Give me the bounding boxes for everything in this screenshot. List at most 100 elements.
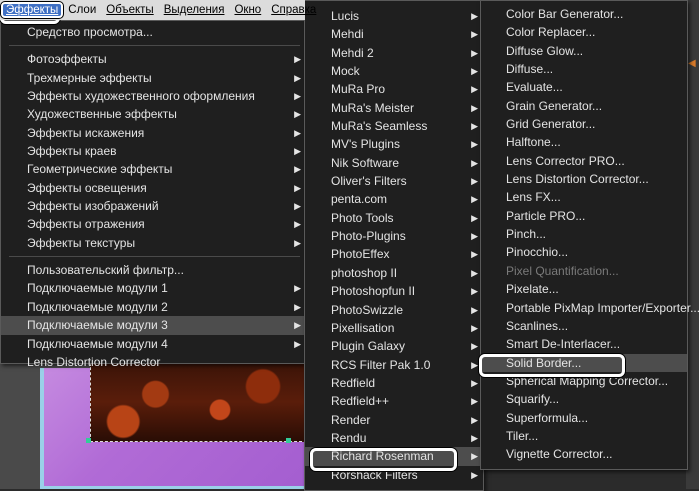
menu-item-color-replacer[interactable]: Color Replacer... bbox=[481, 23, 687, 41]
menu-item-эффекты-художественного-оформления[interactable]: Эффекты художественного оформления ▶ bbox=[1, 87, 306, 105]
menu-item-diffuse-glow[interactable]: Diffuse Glow... bbox=[481, 42, 687, 60]
submenu-arrow-icon: ▶ bbox=[471, 396, 478, 407]
menu-item-lens-distortion-corrector[interactable]: Lens Distortion Corrector bbox=[1, 353, 306, 371]
menu-item-pinocchio[interactable]: Pinocchio... bbox=[481, 243, 687, 261]
menu-item-redfield[interactable]: Redfield++ ▶ bbox=[305, 392, 483, 410]
menu-item-tiler[interactable]: Tiler... bbox=[481, 427, 687, 445]
menu-item-particle-pro[interactable]: Particle PRO... bbox=[481, 207, 687, 225]
menu-item-эффекты-краев[interactable]: Эффекты краев ▶ bbox=[1, 142, 306, 160]
menu-item-evaluate[interactable]: Evaluate... bbox=[481, 78, 687, 96]
menu-item-подключаемые-модули-1[interactable]: Подключаемые модули 1 ▶ bbox=[1, 279, 306, 297]
menu-item-photoshop-ii[interactable]: photoshop II ▶ bbox=[305, 264, 483, 282]
menu-separator bbox=[9, 45, 300, 47]
menu-item-трехмерные-эффекты[interactable]: Трехмерные эффекты ▶ bbox=[1, 69, 306, 87]
menu-item-pinch[interactable]: Pinch... bbox=[481, 225, 687, 243]
menu-item-render[interactable]: Render ▶ bbox=[305, 411, 483, 429]
menu-item-label: Oliver's Filters bbox=[331, 174, 407, 189]
menu-effects[interactable]: Эффекты bbox=[1, 2, 64, 18]
menu-item-mv-s-plugins[interactable]: MV's Plugins ▶ bbox=[305, 135, 483, 153]
menu-item-label: Lens FX... bbox=[506, 190, 561, 205]
submenu-arrow-icon: ▶ bbox=[471, 231, 478, 242]
selection-handle[interactable] bbox=[286, 438, 291, 443]
menu-item-label: Lens Corrector PRO... bbox=[506, 153, 625, 168]
menu-item-подключаемые-модули-2[interactable]: Подключаемые модули 2 ▶ bbox=[1, 298, 306, 316]
submenu-arrow-icon: ▶ bbox=[294, 237, 301, 248]
menu-item-mehdi[interactable]: Mehdi ▶ bbox=[305, 25, 483, 43]
menu-item-геометрические-эффекты[interactable]: Геометрические эффекты ▶ bbox=[1, 160, 306, 178]
menu-item-rcs-filter-pak-1-0[interactable]: RCS Filter Pak 1.0 ▶ bbox=[305, 356, 483, 374]
menu-item-oliver-s-filters[interactable]: Oliver's Filters ▶ bbox=[305, 172, 483, 190]
menu-item-squarify[interactable]: Squarify... bbox=[481, 390, 687, 408]
menu-item-lens-fx[interactable]: Lens FX... bbox=[481, 188, 687, 206]
menu-item-пользовательский-фильтр[interactable]: Пользовательский фильтр... bbox=[1, 261, 306, 279]
menu-item-lens-distortion-corrector[interactable]: Lens Distortion Corrector... bbox=[481, 170, 687, 188]
menu-item-grain-generator[interactable]: Grain Generator... bbox=[481, 97, 687, 115]
menu-item-эффекты-текстуры[interactable]: Эффекты текстуры ▶ bbox=[1, 234, 306, 252]
submenu-arrow-icon: ▶ bbox=[471, 249, 478, 260]
menu-item-plugin-galaxy[interactable]: Plugin Galaxy ▶ bbox=[305, 337, 483, 355]
menu-item-portable-pixmap-importer-exporter[interactable]: Portable PixMap Importer/Exporter... bbox=[481, 299, 699, 317]
menu-item-vignette-corrector[interactable]: Vignette Corrector... bbox=[481, 445, 687, 463]
menu-item-label: Художественные эффекты bbox=[27, 107, 177, 122]
rosenman-submenu: Color Bar Generator... Color Replacer... D… bbox=[480, 0, 699, 470]
menu-item-rorshack-filters[interactable]: Rorshack Filters ▶ bbox=[305, 466, 483, 484]
menu-item-preview[interactable]: Средство просмотра... bbox=[1, 23, 306, 41]
menu-layers[interactable]: Слои bbox=[63, 4, 101, 16]
menu-item-pixelate[interactable]: Pixelate... bbox=[481, 280, 687, 298]
submenu-arrow-icon: ▶ bbox=[471, 194, 478, 205]
menu-item-подключаемые-модули-4[interactable]: Подключаемые модули 4 ▶ bbox=[1, 335, 306, 353]
menu-item-mura-s-meister[interactable]: MuRa's Meister ▶ bbox=[305, 99, 483, 117]
menu-item-grid-generator[interactable]: Grid Generator... bbox=[481, 115, 687, 133]
menu-item-photo-plugins[interactable]: Photo-Plugins ▶ bbox=[305, 227, 483, 245]
menu-item-подключаемые-модули-3[interactable]: Подключаемые модули 3 ▶ bbox=[1, 316, 306, 335]
menu-item-label: MV's Plugins bbox=[331, 137, 400, 152]
menu-item-label: Pinocchio... bbox=[506, 245, 569, 260]
menu-item-diffuse[interactable]: Diffuse... bbox=[481, 60, 687, 78]
menu-item-эффекты-отражения[interactable]: Эффекты отражения ▶ bbox=[1, 215, 306, 233]
menu-item-lens-corrector-pro[interactable]: Lens Corrector PRO... bbox=[481, 152, 687, 170]
menu-item-художественные-эффекты[interactable]: Художественные эффекты ▶ bbox=[1, 105, 306, 123]
arrow-left-icon[interactable]: ◀ bbox=[688, 58, 696, 69]
menu-item-label: Smart De-Interlacer... bbox=[506, 337, 621, 352]
menu-item-label: Пользовательский фильтр... bbox=[27, 263, 184, 278]
menu-item-label: Tiler... bbox=[506, 428, 539, 443]
menu-item-rendu[interactable]: Rendu ▶ bbox=[305, 429, 483, 447]
submenu-arrow-icon: ▶ bbox=[471, 66, 478, 77]
submenu-arrow-icon: ▶ bbox=[471, 414, 478, 425]
menu-item-label: Diffuse Glow... bbox=[506, 43, 584, 58]
menu-item-label: Pinch... bbox=[506, 227, 547, 242]
submenu-arrow-icon: ▶ bbox=[471, 359, 478, 370]
menu-help[interactable]: Справка bbox=[266, 4, 321, 16]
menu-item-spherical-mapping-corrector[interactable]: Spherical Mapping Corrector... bbox=[481, 372, 687, 390]
menu-item-photoshopfun-ii[interactable]: Photoshopfun II ▶ bbox=[305, 282, 483, 300]
menu-item-richard-rosenman[interactable]: Richard Rosenman ▶ bbox=[305, 447, 483, 466]
submenu-arrow-icon: ▶ bbox=[471, 322, 478, 333]
menu-objects[interactable]: Объекты bbox=[101, 4, 158, 16]
menu-item-nik-software[interactable]: Nik Software ▶ bbox=[305, 154, 483, 172]
menu-window[interactable]: Окно bbox=[229, 4, 266, 16]
menu-item-mock[interactable]: Mock ▶ bbox=[305, 62, 483, 80]
menu-item-фотоэффекты[interactable]: Фотоэффекты ▶ bbox=[1, 50, 306, 68]
menu-item-pixellisation[interactable]: Pixellisation ▶ bbox=[305, 319, 483, 337]
menu-item-redfield[interactable]: Redfield ▶ bbox=[305, 374, 483, 392]
menu-item-penta-com[interactable]: penta.com ▶ bbox=[305, 190, 483, 208]
menu-item-lucis[interactable]: Lucis ▶ bbox=[305, 7, 483, 25]
menu-item-halftone[interactable]: Halftone... bbox=[481, 133, 687, 151]
menu-item-solid-border[interactable]: Solid Border... bbox=[481, 353, 687, 372]
menu-item-mura-pro[interactable]: MuRa Pro ▶ bbox=[305, 80, 483, 98]
menu-item-эффекты-изображений[interactable]: Эффекты изображений ▶ bbox=[1, 197, 306, 215]
menu-item-smart-de-interlacer[interactable]: Smart De-Interlacer... bbox=[481, 335, 687, 353]
menu-item-superformula[interactable]: Superformula... bbox=[481, 409, 687, 427]
menu-item-mehdi-2[interactable]: Mehdi 2 ▶ bbox=[305, 44, 483, 62]
menu-item-photoeffex[interactable]: PhotoEffex ▶ bbox=[305, 245, 483, 263]
menu-item-эффекты-освещения[interactable]: Эффекты освещения ▶ bbox=[1, 179, 306, 197]
menu-item-photo-tools[interactable]: Photo Tools ▶ bbox=[305, 209, 483, 227]
image-photo[interactable] bbox=[90, 362, 307, 442]
menu-item-mura-s-seamless[interactable]: MuRa's Seamless ▶ bbox=[305, 117, 483, 135]
menu-item-эффекты-искажения[interactable]: Эффекты искажения ▶ bbox=[1, 124, 306, 142]
menu-selections[interactable]: Выделения bbox=[159, 4, 230, 16]
selection-handle[interactable] bbox=[86, 438, 91, 443]
menu-item-scanlines[interactable]: Scanlines... bbox=[481, 317, 687, 335]
menu-item-color-bar-generator[interactable]: Color Bar Generator... bbox=[481, 5, 687, 23]
menu-item-photoswizzle[interactable]: PhotoSwizzle ▶ bbox=[305, 301, 483, 319]
